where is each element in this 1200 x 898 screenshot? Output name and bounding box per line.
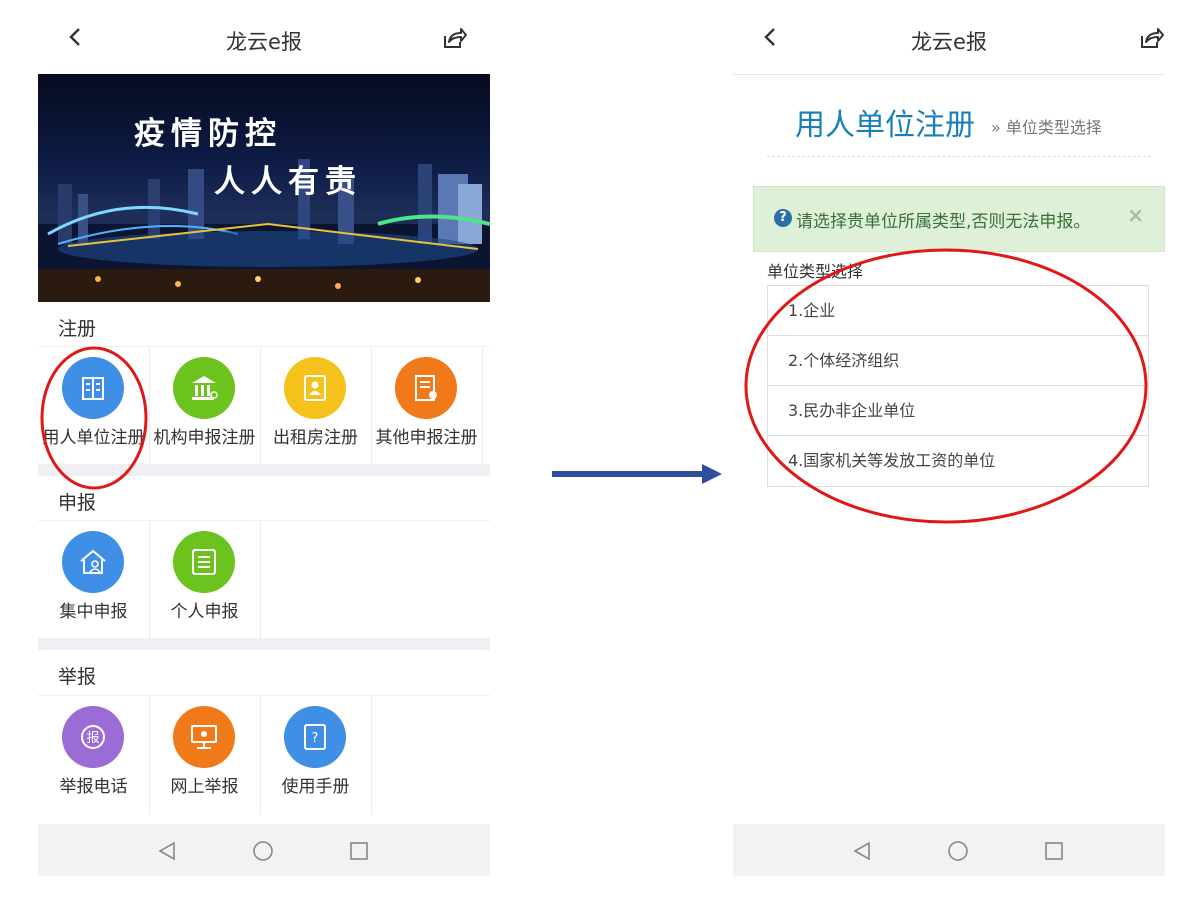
- page-title: 用人单位注册: [795, 108, 975, 143]
- personal-declare-label: 个人申报: [170, 602, 239, 622]
- share-icon[interactable]: [440, 24, 468, 52]
- list-icon: [173, 531, 235, 593]
- monitor-icon: [173, 706, 235, 768]
- declare-grid: 集中申报 个人申报: [38, 520, 490, 639]
- user-manual-button[interactable]: ? 使用手册: [260, 696, 372, 814]
- other-register-label: 其他申报注册: [375, 428, 478, 448]
- report-phone-icon: 报: [62, 706, 124, 768]
- banner-image[interactable]: 疫情防控 人人有责: [38, 74, 490, 302]
- nav-home-icon[interactable]: [947, 840, 969, 862]
- nav-back-icon[interactable]: [851, 840, 873, 862]
- question-icon: ?: [774, 209, 792, 227]
- nav-home-icon[interactable]: [252, 840, 274, 862]
- banner-line-2: 人人有责: [214, 164, 362, 200]
- svg-text:报: 报: [86, 731, 99, 746]
- transition-arrow-icon: [552, 464, 722, 484]
- manual-book-icon: ?: [284, 706, 346, 768]
- institution-register-button[interactable]: 机构申报注册: [149, 347, 261, 465]
- alert-close-button[interactable]: ×: [1127, 203, 1144, 227]
- personal-declare-button[interactable]: 个人申报: [149, 521, 261, 639]
- banner-line-1: 疫情防控: [134, 116, 282, 152]
- app-header: 龙云e报: [38, 0, 490, 74]
- document-stamp-icon: [395, 357, 457, 419]
- app-title: 龙云e报: [226, 30, 302, 54]
- nav-recents-icon[interactable]: [348, 840, 370, 862]
- alert-message: 请选择贵单位所属类型,否则无法申报。: [796, 212, 1091, 232]
- share-icon[interactable]: [1137, 24, 1165, 52]
- app-title: 龙云e报: [911, 30, 987, 54]
- breadcrumb: » 单位类型选择: [991, 118, 1102, 137]
- section-title-register: 注册: [58, 318, 97, 340]
- nav-back-icon[interactable]: [156, 840, 178, 862]
- institution-icon: [173, 357, 235, 419]
- system-nav-bar: [38, 824, 490, 876]
- section-divider: [38, 638, 490, 650]
- rental-register-button[interactable]: 出租房注册: [260, 347, 372, 465]
- system-nav-bar: [733, 824, 1165, 876]
- nav-recents-icon[interactable]: [1043, 840, 1065, 862]
- annotation-circle-right: [744, 248, 1148, 524]
- section-title-report: 举报: [58, 666, 97, 688]
- annotation-circle-left: [40, 346, 148, 490]
- house-person-icon: [62, 531, 124, 593]
- app-header: 龙云e报: [733, 0, 1165, 75]
- svg-text:?: ?: [312, 731, 319, 746]
- id-card-icon: [284, 357, 346, 419]
- report-grid: 报 举报电话 网上举报 ? 使用手册: [38, 695, 490, 814]
- user-manual-label: 使用手册: [281, 777, 350, 797]
- online-report-button[interactable]: 网上举报: [149, 696, 261, 814]
- report-phone-button[interactable]: 报 举报电话: [38, 696, 150, 814]
- title-divider: [767, 156, 1151, 157]
- info-alert: ? 请选择贵单位所属类型,否则无法申报。 ×: [753, 186, 1165, 252]
- other-register-button[interactable]: 其他申报注册: [371, 347, 483, 465]
- centralized-declare-button[interactable]: 集中申报: [38, 521, 150, 639]
